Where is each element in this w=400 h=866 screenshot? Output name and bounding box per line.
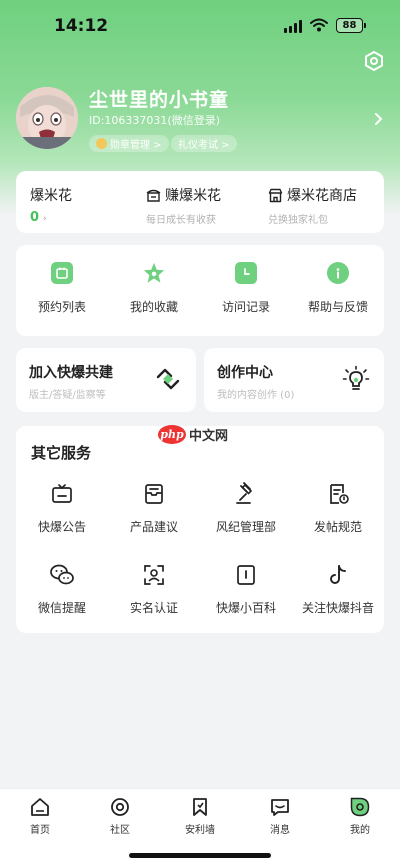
service-label: 关注快爆抖音 — [301, 601, 374, 615]
tab-messages[interactable]: 消息 — [240, 797, 320, 836]
watermark-text: 中文网 — [189, 429, 229, 444]
service-label: 快爆公告 — [37, 520, 86, 534]
earn-popcorn[interactable]: 赚爆米花 每日成长有收获 — [146, 185, 221, 226]
services-title: 其它服务 — [31, 444, 92, 462]
wechat-icon — [50, 564, 74, 585]
avatar-image — [16, 87, 78, 149]
info-icon — [327, 262, 349, 284]
tab-label: 社区 — [110, 825, 130, 836]
suggestion-icon — [145, 484, 163, 504]
watermark: php 中文网 — [158, 425, 228, 444]
popcorn-card: 爆米花 0 › 赚爆米花 每日成长有收获 爆米花商店 兑换独家礼包 — [16, 171, 384, 233]
tab-community[interactable]: 社区 — [80, 797, 160, 836]
service-suggestion[interactable]: 产品建议 — [108, 482, 200, 535]
popcorn-shop-subtitle: 兑换独家礼包 — [268, 215, 328, 226]
earn-popcorn-title: 赚爆米花 — [165, 188, 221, 204]
star-icon — [143, 262, 165, 284]
home-icon — [31, 798, 49, 816]
tab-home[interactable]: 首页 — [0, 797, 80, 836]
gift-icon — [146, 189, 161, 202]
service-announcement[interactable]: 快爆公告 — [16, 482, 108, 535]
douyin-icon — [330, 565, 346, 584]
encyclopedia-icon — [237, 565, 255, 585]
creation-center-subtitle: 我的内容创作 (0) — [217, 390, 295, 401]
service-douyin[interactable]: 关注快爆抖音 — [292, 563, 384, 616]
quick-item-label: 预约列表 — [37, 300, 86, 314]
bookmark-icon — [193, 798, 207, 816]
quick-item-label: 访问记录 — [221, 300, 270, 314]
message-icon — [271, 799, 289, 816]
signal-icon — [284, 20, 302, 33]
chevron-right-icon: › — [43, 214, 47, 224]
service-label: 微信提醒 — [37, 601, 86, 615]
tab-label: 我的 — [350, 825, 370, 836]
quick-actions-card: 预约列表 我的收藏 访问记录 帮助与反馈 — [16, 245, 384, 336]
tab-label: 消息 — [270, 825, 290, 836]
username: 尘世里的小书童 — [89, 89, 230, 111]
rules-icon — [330, 484, 349, 504]
quick-item-label: 我的收藏 — [129, 300, 178, 314]
quick-item-reservations[interactable]: 预约列表 — [16, 262, 108, 315]
join-co-build-subtitle: 版主/答疑/监察等 — [29, 390, 106, 401]
quick-item-history[interactable]: 访问记录 — [200, 262, 292, 315]
shop-icon — [268, 188, 283, 202]
service-encyclopedia[interactable]: 快爆小百科 — [200, 563, 292, 616]
clock-icon — [235, 262, 257, 284]
service-real-name[interactable]: 实名认证 — [108, 563, 200, 616]
creation-center-card[interactable]: 创作中心 我的内容创作 (0) — [204, 348, 384, 412]
profile-icon — [350, 797, 370, 817]
community-icon — [111, 798, 129, 816]
popcorn-balance[interactable]: 爆米花 0 › — [30, 185, 72, 225]
popcorn-shop-title: 爆米花商店 — [287, 188, 357, 204]
announcement-icon — [52, 484, 72, 503]
join-co-build-title: 加入快爆共建 — [29, 365, 113, 381]
join-co-build-card[interactable]: 加入快爆共建 版主/答疑/监察等 — [16, 348, 196, 412]
etiquette-exam-tag[interactable]: 礼仪考试 > — [171, 135, 237, 152]
quick-item-label: 帮助与反馈 — [307, 300, 368, 314]
medal-icon — [96, 138, 107, 149]
service-label: 产品建议 — [129, 520, 178, 534]
popcorn-count-row: 0 › — [30, 210, 72, 225]
service-discipline[interactable]: 风纪管理部 — [200, 482, 292, 535]
gavel-icon — [236, 482, 253, 504]
settings-icon[interactable] — [363, 50, 385, 72]
popcorn-shop[interactable]: 爆米花商店 兑换独家礼包 — [268, 185, 357, 226]
avatar[interactable] — [16, 87, 78, 149]
tab-profile[interactable]: 我的 — [320, 797, 400, 836]
creation-center-title: 创作中心 — [217, 365, 273, 381]
tab-label: 安利墙 — [185, 825, 215, 836]
quick-item-help[interactable]: 帮助与反馈 — [292, 262, 384, 315]
service-post-rules[interactable]: 发帖规范 — [292, 482, 384, 535]
medal-management-tag[interactable]: 勋章管理 > — [89, 135, 169, 152]
status-time: 14:12 — [54, 16, 109, 36]
service-label: 实名认证 — [129, 601, 178, 615]
quick-item-favorites[interactable]: 我的收藏 — [108, 262, 200, 315]
face-id-icon — [144, 565, 164, 585]
user-id: ID:106337031(微信登录) — [89, 114, 220, 127]
medal-management-label: 勋章管理 > — [110, 140, 162, 151]
popcorn-title: 爆米花 — [30, 188, 72, 204]
earn-popcorn-subtitle: 每日成长有收获 — [146, 215, 216, 226]
other-services-card: 其它服务 快爆公告 产品建议 风纪管理部 发帖规范 微信提醒 实名认证 快爆小百… — [16, 426, 384, 633]
service-label: 快爆小百科 — [215, 601, 276, 615]
watermark-logo: php — [158, 425, 186, 444]
status-bar: 14:12 88 — [0, 0, 400, 54]
lightbulb-icon — [342, 365, 370, 390]
chevron-right-icon[interactable] — [374, 112, 383, 126]
tab-recommend-wall[interactable]: 安利墙 — [160, 797, 240, 836]
calendar-icon — [51, 262, 73, 284]
service-wechat-reminder[interactable]: 微信提醒 — [16, 563, 108, 616]
battery-icon: 88 — [336, 18, 366, 33]
service-label: 发帖规范 — [313, 520, 362, 534]
home-indicator — [129, 853, 271, 858]
etiquette-exam-label: 礼仪考试 > — [178, 140, 230, 151]
service-label: 风纪管理部 — [215, 520, 276, 534]
handshake-icon — [156, 368, 180, 390]
popcorn-count: 0 — [30, 210, 40, 225]
wifi-icon — [310, 18, 328, 32]
tab-label: 首页 — [30, 825, 50, 836]
